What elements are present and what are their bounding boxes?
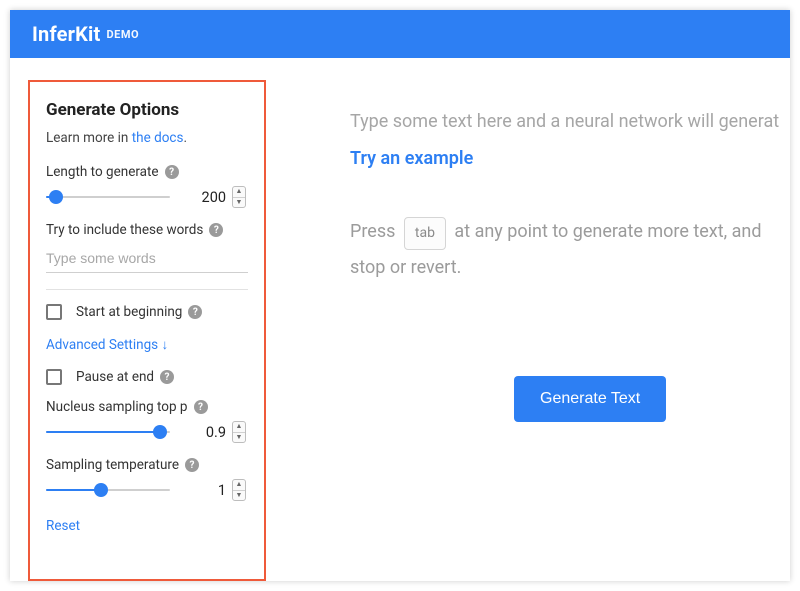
- length-slider[interactable]: [46, 189, 170, 205]
- panel-title: Generate Options: [46, 100, 248, 120]
- brand-name: InferKit: [32, 22, 101, 46]
- slider-thumb[interactable]: [94, 483, 108, 497]
- pause-at-end-label: Pause at end: [76, 369, 154, 385]
- length-stepper[interactable]: ▲ ▼: [232, 186, 246, 208]
- chevron-down-icon[interactable]: ▼: [233, 198, 245, 208]
- docs-link[interactable]: the docs: [132, 130, 184, 146]
- help-icon[interactable]: ?: [209, 223, 223, 237]
- help-icon[interactable]: ?: [160, 370, 174, 384]
- chevron-up-icon[interactable]: ▲: [233, 422, 245, 433]
- include-words-label: Try to include these words: [46, 222, 203, 238]
- temperature-label: Sampling temperature: [46, 457, 179, 473]
- editor-area[interactable]: Type some text here and a neural network…: [266, 58, 790, 581]
- start-at-beginning-label: Start at beginning: [76, 304, 182, 320]
- chevron-down-icon[interactable]: ▼: [233, 491, 245, 501]
- pause-at-end-checkbox[interactable]: [46, 369, 62, 385]
- generate-options-panel: Generate Options Learn more in the docs.…: [28, 80, 266, 581]
- chevron-down-icon[interactable]: ▼: [233, 433, 245, 443]
- reset-link[interactable]: Reset: [46, 518, 80, 534]
- temperature-slider[interactable]: [46, 482, 170, 498]
- chevron-up-icon[interactable]: ▲: [233, 480, 245, 491]
- help-icon[interactable]: ?: [194, 400, 208, 414]
- tab-key-icon: tab: [404, 217, 446, 250]
- divider: [46, 289, 248, 290]
- advanced-settings-toggle[interactable]: Advanced Settings ↓: [46, 337, 168, 353]
- nucleus-slider[interactable]: [46, 424, 170, 440]
- generate-text-button[interactable]: Generate Text: [514, 376, 666, 422]
- try-example-link[interactable]: Try an example: [350, 141, 473, 176]
- help-icon[interactable]: ?: [188, 305, 202, 319]
- learn-more-text: Learn more in the docs.: [46, 130, 248, 146]
- help-icon[interactable]: ?: [165, 165, 179, 179]
- start-at-beginning-checkbox[interactable]: [46, 304, 62, 320]
- brand-sub: DEMO: [107, 28, 140, 41]
- include-words-input[interactable]: [46, 246, 248, 273]
- hint-text: Press tab at any point to generate more …: [350, 214, 790, 285]
- chevron-up-icon[interactable]: ▲: [233, 187, 245, 198]
- temperature-value: 1: [180, 482, 226, 499]
- slider-thumb[interactable]: [153, 425, 167, 439]
- app-header: InferKit DEMO: [10, 10, 790, 58]
- help-icon[interactable]: ?: [185, 458, 199, 472]
- temperature-stepper[interactable]: ▲ ▼: [232, 479, 246, 501]
- editor-placeholder: Type some text here and a neural network…: [350, 104, 790, 139]
- nucleus-value: 0.9: [180, 424, 226, 441]
- length-label: Length to generate: [46, 164, 159, 180]
- length-value: 200: [180, 189, 226, 206]
- nucleus-label: Nucleus sampling top p: [46, 399, 188, 415]
- slider-thumb[interactable]: [49, 190, 63, 204]
- nucleus-stepper[interactable]: ▲ ▼: [232, 421, 246, 443]
